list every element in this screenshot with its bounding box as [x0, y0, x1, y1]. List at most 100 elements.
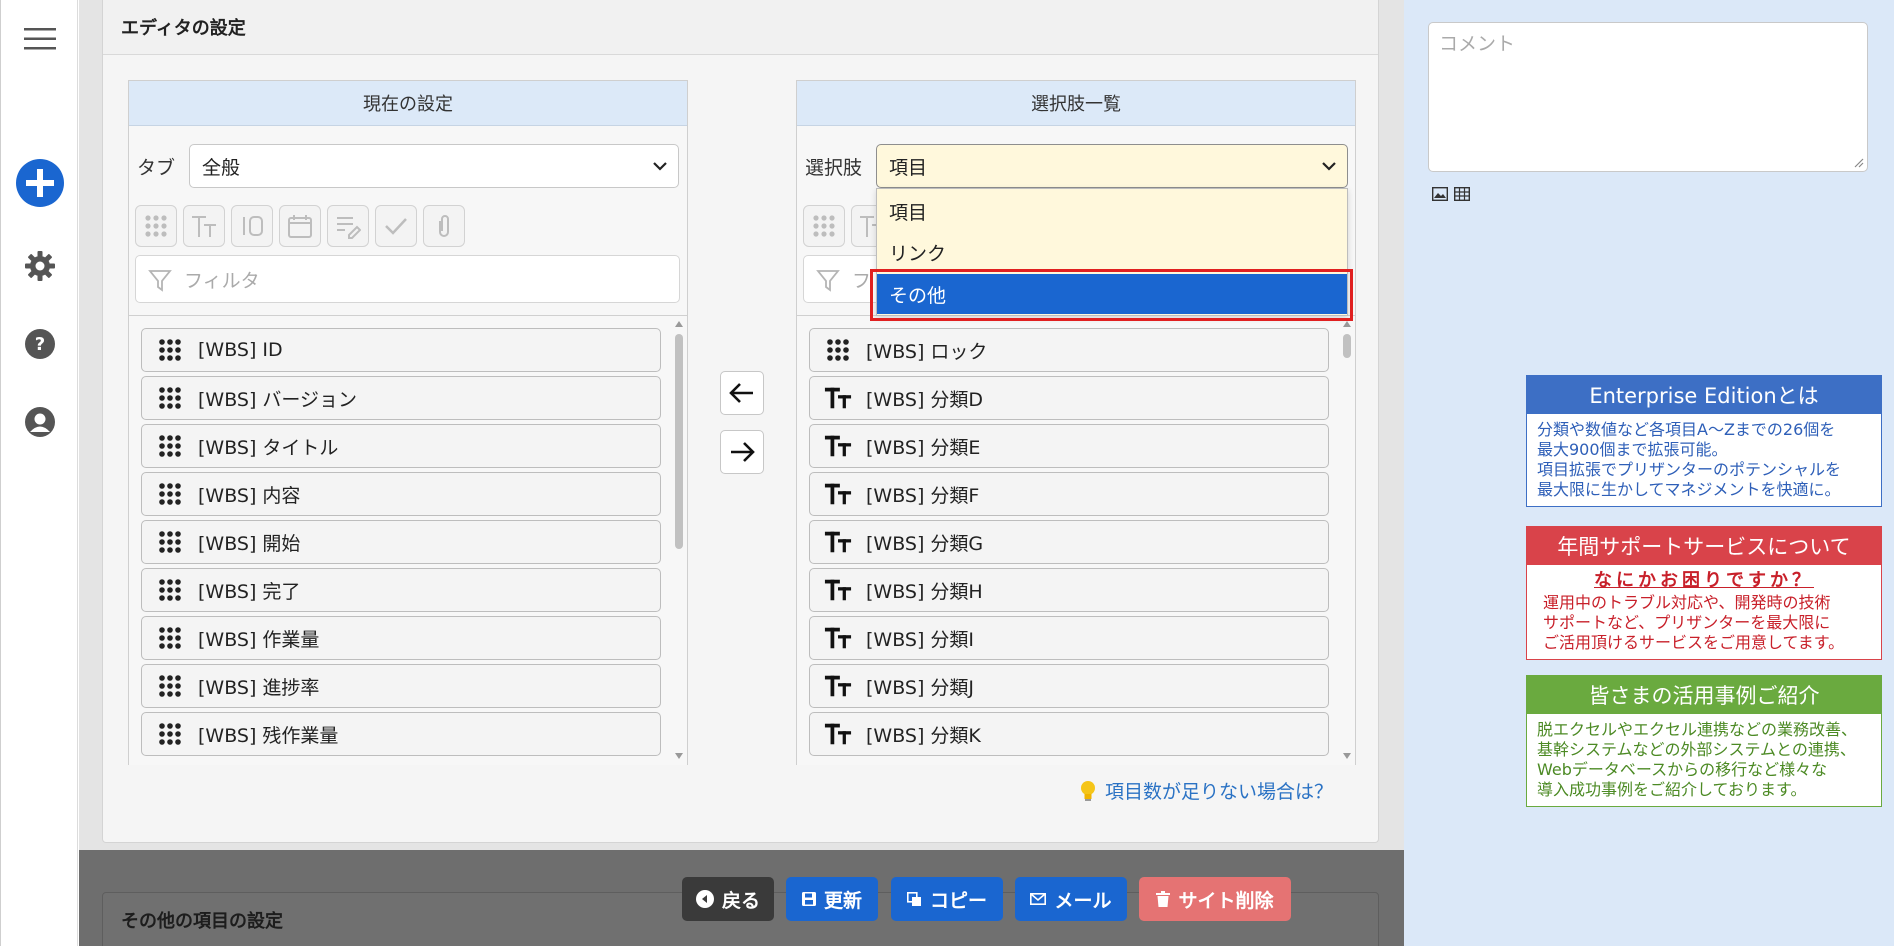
- delete-site-button[interactable]: サイト削除: [1139, 877, 1291, 921]
- comment-placeholder: コメント: [1439, 33, 1516, 55]
- table-icon[interactable]: [1454, 187, 1470, 201]
- list-item[interactable]: [WBS] ロック: [809, 328, 1329, 372]
- menu-icon[interactable]: [1, 22, 79, 56]
- editor-settings-panel: エディタの設定 現在の設定 タブ 全般 フィルタ [WBS] ID [WBS] …: [102, 0, 1379, 843]
- list-item[interactable]: [WBS] 完了: [141, 568, 661, 612]
- add-icon[interactable]: [1, 158, 79, 208]
- edit-note-icon: [337, 217, 361, 239]
- copy-button-label: コピー: [929, 889, 987, 912]
- tab-select[interactable]: 全般: [189, 144, 679, 188]
- text-type-icon: [824, 624, 852, 652]
- list-item-label: [WBS] ID: [198, 339, 283, 361]
- comment-tools: [1432, 187, 1470, 201]
- list-item[interactable]: [WBS] ID: [141, 328, 661, 372]
- choices-items-list[interactable]: [WBS] ロック [WBS] 分類D [WBS] 分類E [WBS] 分類F …: [797, 315, 1355, 765]
- annual-support-subtitle: なにかお困りですか？: [1594, 570, 1814, 591]
- date-type-button[interactable]: [279, 205, 321, 247]
- grid-icon: [824, 336, 852, 364]
- list-item[interactable]: [WBS] 分類D: [809, 376, 1329, 420]
- list-item-label: [WBS] 分類K: [866, 724, 981, 747]
- list-item-label: [WBS] 分類H: [866, 580, 983, 603]
- check-type-button[interactable]: [375, 205, 417, 247]
- grid-icon: [156, 672, 184, 700]
- scrollbar-thumb[interactable]: [1343, 334, 1351, 358]
- case-studies-banner[interactable]: 皆さまの活用事例ご紹介 脱エクセルやエクセル連携などの業務改善、 基幹システムな…: [1526, 675, 1882, 807]
- description-type-button[interactable]: [327, 205, 369, 247]
- text-type-icon: [824, 720, 852, 748]
- dropdown-option-link[interactable]: リンク: [877, 232, 1347, 272]
- current-list-scrollbar[interactable]: [673, 320, 685, 760]
- save-icon: [801, 892, 816, 906]
- left-sidebar: ?: [0, 0, 78, 946]
- scrollbar-thumb[interactable]: [675, 334, 683, 549]
- list-item[interactable]: [WBS] バージョン: [141, 376, 661, 420]
- delete-site-button-label: サイト削除: [1178, 889, 1274, 912]
- insufficient-items-text: 項目数が足りない場合は？: [1105, 781, 1334, 803]
- current-settings-column: 現在の設定 タブ 全般 フィルタ [WBS] ID [WBS] バージョン [W…: [128, 80, 688, 765]
- text-type-icon: [824, 576, 852, 604]
- list-item[interactable]: [WBS] 分類F: [809, 472, 1329, 516]
- list-item[interactable]: [WBS] 分類J: [809, 664, 1329, 708]
- grid-icon: [156, 480, 184, 508]
- list-item[interactable]: [WBS] 残作業量: [141, 712, 661, 756]
- grid-type-button[interactable]: [135, 205, 177, 247]
- dropdown-option-item[interactable]: 項目: [877, 191, 1347, 231]
- text-type-icon: [824, 384, 852, 412]
- enterprise-edition-body: 分類や数値など各項目A～Zまでの26個を 最大900個まで拡張可能。 項目拡張で…: [1537, 420, 1842, 499]
- gear-icon[interactable]: [1, 250, 79, 282]
- list-item[interactable]: [WBS] 分類K: [809, 712, 1329, 756]
- arrow-right-icon: [731, 442, 755, 462]
- list-item-label: [WBS] 内容: [198, 484, 301, 507]
- list-item[interactable]: [WBS] 分類E: [809, 424, 1329, 468]
- case-studies-body: 脱エクセルやエクセル連携などの業務改善、 基幹システムなどの外部システムとの連携…: [1537, 720, 1858, 799]
- current-items-list[interactable]: [WBS] ID [WBS] バージョン [WBS] タイトル [WBS] 内容…: [129, 315, 687, 765]
- enterprise-edition-title: Enterprise Editionとは: [1527, 376, 1881, 414]
- attachment-type-button[interactable]: [423, 205, 465, 247]
- list-item-label: [WBS] 完了: [198, 580, 301, 603]
- list-item[interactable]: [WBS] タイトル: [141, 424, 661, 468]
- mail-icon: [1030, 893, 1047, 905]
- copy-button[interactable]: コピー: [891, 877, 1003, 921]
- back-button[interactable]: 戻る: [682, 877, 774, 921]
- annual-support-banner[interactable]: 年間サポートサービスについて なにかお困りですか？ 運用中のトラブル対応や、開発…: [1526, 526, 1882, 660]
- case-studies-title: 皆さまの活用事例ご紹介: [1527, 676, 1881, 714]
- resize-handle-icon[interactable]: [1852, 156, 1864, 168]
- user-icon[interactable]: [1, 406, 79, 438]
- paperclip-icon: [439, 215, 449, 237]
- text-type-icon: [192, 216, 216, 237]
- text-type-button[interactable]: [183, 205, 225, 247]
- list-item[interactable]: [WBS] 進捗率: [141, 664, 661, 708]
- help-icon[interactable]: ?: [1, 328, 79, 360]
- choices-select-value: 項目: [889, 156, 928, 179]
- comment-textarea[interactable]: コメント: [1428, 22, 1868, 172]
- update-button[interactable]: 更新: [786, 877, 878, 921]
- grid-icon: [145, 215, 167, 237]
- list-item-label: [WBS] 分類D: [866, 388, 984, 411]
- text-type-icon: [824, 672, 852, 700]
- number-type-button[interactable]: [231, 205, 273, 247]
- editor-settings-header[interactable]: エディタの設定: [103, 0, 1378, 55]
- insufficient-items-link[interactable]: 項目数が足りない場合は？: [1079, 777, 1333, 804]
- choices-select[interactable]: 項目: [876, 144, 1348, 188]
- update-button-label: 更新: [823, 889, 862, 912]
- list-item[interactable]: [WBS] 内容: [141, 472, 661, 516]
- enterprise-edition-banner[interactable]: Enterprise Editionとは 分類や数値など各項目A～Zまでの26個…: [1526, 375, 1882, 507]
- annual-support-body: なにかお困りですか？ 運用中のトラブル対応や、開発時の技術 サポートなど、プリザ…: [1527, 565, 1881, 659]
- list-item[interactable]: [WBS] 開始: [141, 520, 661, 564]
- move-left-button[interactable]: [720, 371, 764, 415]
- list-item[interactable]: [WBS] 作業量: [141, 616, 661, 660]
- mail-button[interactable]: メール: [1015, 877, 1127, 921]
- choices-filter-placeholder: フ: [852, 269, 872, 292]
- grid-type-button[interactable]: [803, 205, 845, 247]
- list-item-label: [WBS] 分類G: [866, 532, 984, 555]
- trash-icon: [1156, 891, 1171, 907]
- tab-label: タブ: [137, 157, 176, 179]
- list-item[interactable]: [WBS] 分類H: [809, 568, 1329, 612]
- current-filter-input[interactable]: フィルタ: [135, 255, 680, 303]
- move-right-button[interactable]: [720, 430, 764, 474]
- list-item[interactable]: [WBS] 分類G: [809, 520, 1329, 564]
- image-icon[interactable]: [1432, 187, 1448, 201]
- choices-list-scrollbar[interactable]: [1341, 320, 1353, 760]
- list-item[interactable]: [WBS] 分類I: [809, 616, 1329, 660]
- back-circle-icon: [695, 890, 714, 908]
